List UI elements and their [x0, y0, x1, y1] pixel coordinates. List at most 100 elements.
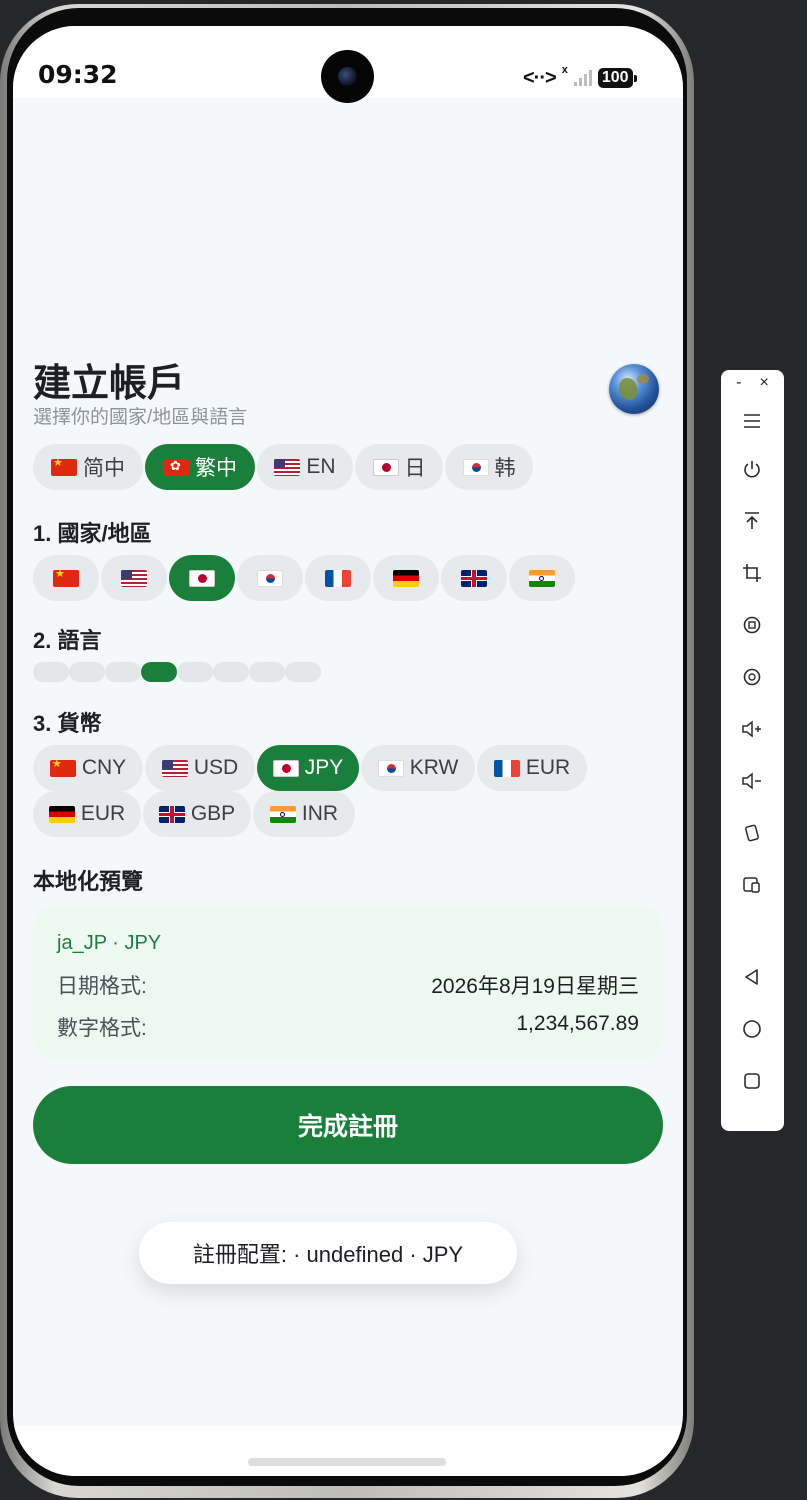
currency-option-label: EUR [525, 756, 571, 779]
power-icon[interactable] [737, 454, 767, 484]
language-section-title: 2. 語言 [33, 628, 102, 653]
flag-kr-icon [462, 458, 489, 476]
rotate-cw-icon[interactable] [737, 662, 767, 692]
currency-selector: CNY USD JPY KRW EUR EUR GBP INR [33, 745, 663, 837]
no-sim-icon: x [561, 64, 568, 76]
language-option[interactable] [249, 662, 285, 682]
currency-option[interactable]: CNY [33, 745, 143, 791]
flag-gb-icon [461, 569, 487, 587]
front-camera [321, 50, 374, 103]
ui-language-option-label: 繁中 [195, 457, 237, 480]
flag-us-icon [121, 569, 147, 587]
volume-down-icon[interactable] [737, 766, 767, 796]
date-format-value: 2026年8月19日星期三 [431, 975, 639, 998]
country-section-title: 1. 國家/地區 [33, 521, 152, 546]
menu-icon[interactable] [737, 406, 767, 436]
flag-kr-icon [257, 569, 283, 587]
currency-option[interactable]: KRW [361, 745, 475, 791]
country-option[interactable] [237, 555, 303, 601]
currency-option-label: KRW [409, 756, 459, 779]
language-option[interactable] [213, 662, 249, 682]
pin-top-icon[interactable] [737, 506, 767, 536]
language-option[interactable] [105, 662, 141, 682]
flag-hk-icon [163, 458, 189, 476]
currency-option-label: USD [193, 756, 239, 779]
minimize-button[interactable]: - [736, 374, 741, 398]
rotate-ccw-icon[interactable] [737, 610, 767, 640]
currency-option-label: JPY [304, 756, 344, 779]
ui-language-option-label: EN [306, 455, 336, 478]
language-option[interactable] [285, 662, 321, 682]
ui-language-option-label: 简中 [83, 457, 125, 480]
flag-de-icon [48, 805, 75, 823]
flag-fr-icon [493, 759, 520, 777]
currency-option[interactable]: USD [145, 745, 255, 791]
language-selector [33, 662, 321, 682]
ui-language-option[interactable]: 日 [355, 444, 443, 490]
currency-option[interactable]: EUR [33, 791, 141, 837]
flag-cn-icon [49, 759, 76, 777]
device-screen: 09:32 <··> x 100 建立帳戶 選擇你的國家/地區與語言 简中 繁中 E… [13, 26, 683, 1476]
back-icon[interactable] [737, 962, 767, 992]
flag-us-icon [274, 458, 301, 476]
localization-preview-card: ja_JP · JPY 日期格式: 2026年8月19日星期三 數字格式: 1,… [33, 906, 663, 1060]
volume-up-icon[interactable] [737, 714, 767, 744]
country-option[interactable] [169, 555, 235, 601]
globe-icon[interactable] [609, 364, 659, 414]
crop-icon[interactable] [737, 558, 767, 588]
ui-language-option[interactable]: EN [257, 444, 353, 490]
currency-option-label: EUR [80, 802, 126, 825]
flag-in-icon [529, 569, 555, 587]
complete-registration-button[interactable]: 完成註冊 [33, 1086, 663, 1164]
country-option[interactable] [509, 555, 575, 601]
currency-option[interactable]: JPY [257, 745, 359, 791]
close-button[interactable]: × [759, 374, 768, 398]
currency-option[interactable]: INR [253, 791, 355, 837]
country-option[interactable] [101, 555, 167, 601]
flag-jp-icon [189, 569, 215, 587]
home-indicator[interactable] [248, 1458, 446, 1466]
toast-message: 註冊配置: · undefined · JPY [139, 1222, 517, 1284]
flag-kr-icon [377, 759, 404, 777]
currency-option[interactable]: EUR [477, 745, 587, 791]
number-format-value: 1,234,567.89 [516, 1012, 639, 1035]
status-icons: <··> x 100 [523, 64, 637, 92]
flag-de-icon [393, 569, 419, 587]
ui-language-option[interactable]: 韩 [445, 444, 533, 490]
language-option[interactable] [33, 662, 69, 682]
flag-cn-icon [51, 458, 77, 476]
currency-option-label: GBP [190, 802, 236, 825]
language-option[interactable] [69, 662, 105, 682]
ui-language-option-label: 韩 [494, 457, 516, 480]
flag-us-icon [161, 759, 188, 777]
country-option[interactable] [441, 555, 507, 601]
ui-language-tabs: 简中 繁中 EN 日 韩 [33, 444, 533, 490]
flag-jp-icon [272, 759, 299, 777]
shake-icon[interactable] [737, 818, 767, 848]
currency-option-label: INR [301, 802, 339, 825]
recents-icon[interactable] [737, 1066, 767, 1096]
currency-option[interactable]: GBP [143, 791, 251, 837]
currency-section-title: 3. 貨幣 [33, 711, 102, 736]
country-option[interactable] [33, 555, 99, 601]
country-option[interactable] [373, 555, 439, 601]
language-option[interactable] [177, 662, 213, 682]
emulator-toolbar: - × [721, 370, 784, 1131]
preview-title: 本地化預覽 [33, 869, 144, 894]
flag-fr-icon [325, 569, 351, 587]
toolbar-window-controls: - × [721, 374, 784, 398]
language-option[interactable] [141, 662, 177, 682]
country-option[interactable] [305, 555, 371, 601]
number-format-label: 數字格式: [57, 1017, 147, 1040]
navigation-bar [13, 1426, 683, 1476]
home-icon[interactable] [737, 1014, 767, 1044]
battery-icon: 100 [597, 68, 637, 88]
ui-language-option[interactable]: 繁中 [145, 444, 255, 490]
ui-language-option[interactable]: 简中 [33, 444, 143, 490]
flag-cn-icon [53, 569, 79, 587]
date-format-label: 日期格式: [57, 975, 147, 998]
preview-locale: ja_JP · JPY [57, 932, 162, 954]
status-time: 09:32 [38, 60, 118, 89]
country-selector [33, 555, 575, 601]
multi-display-icon[interactable] [737, 870, 767, 900]
